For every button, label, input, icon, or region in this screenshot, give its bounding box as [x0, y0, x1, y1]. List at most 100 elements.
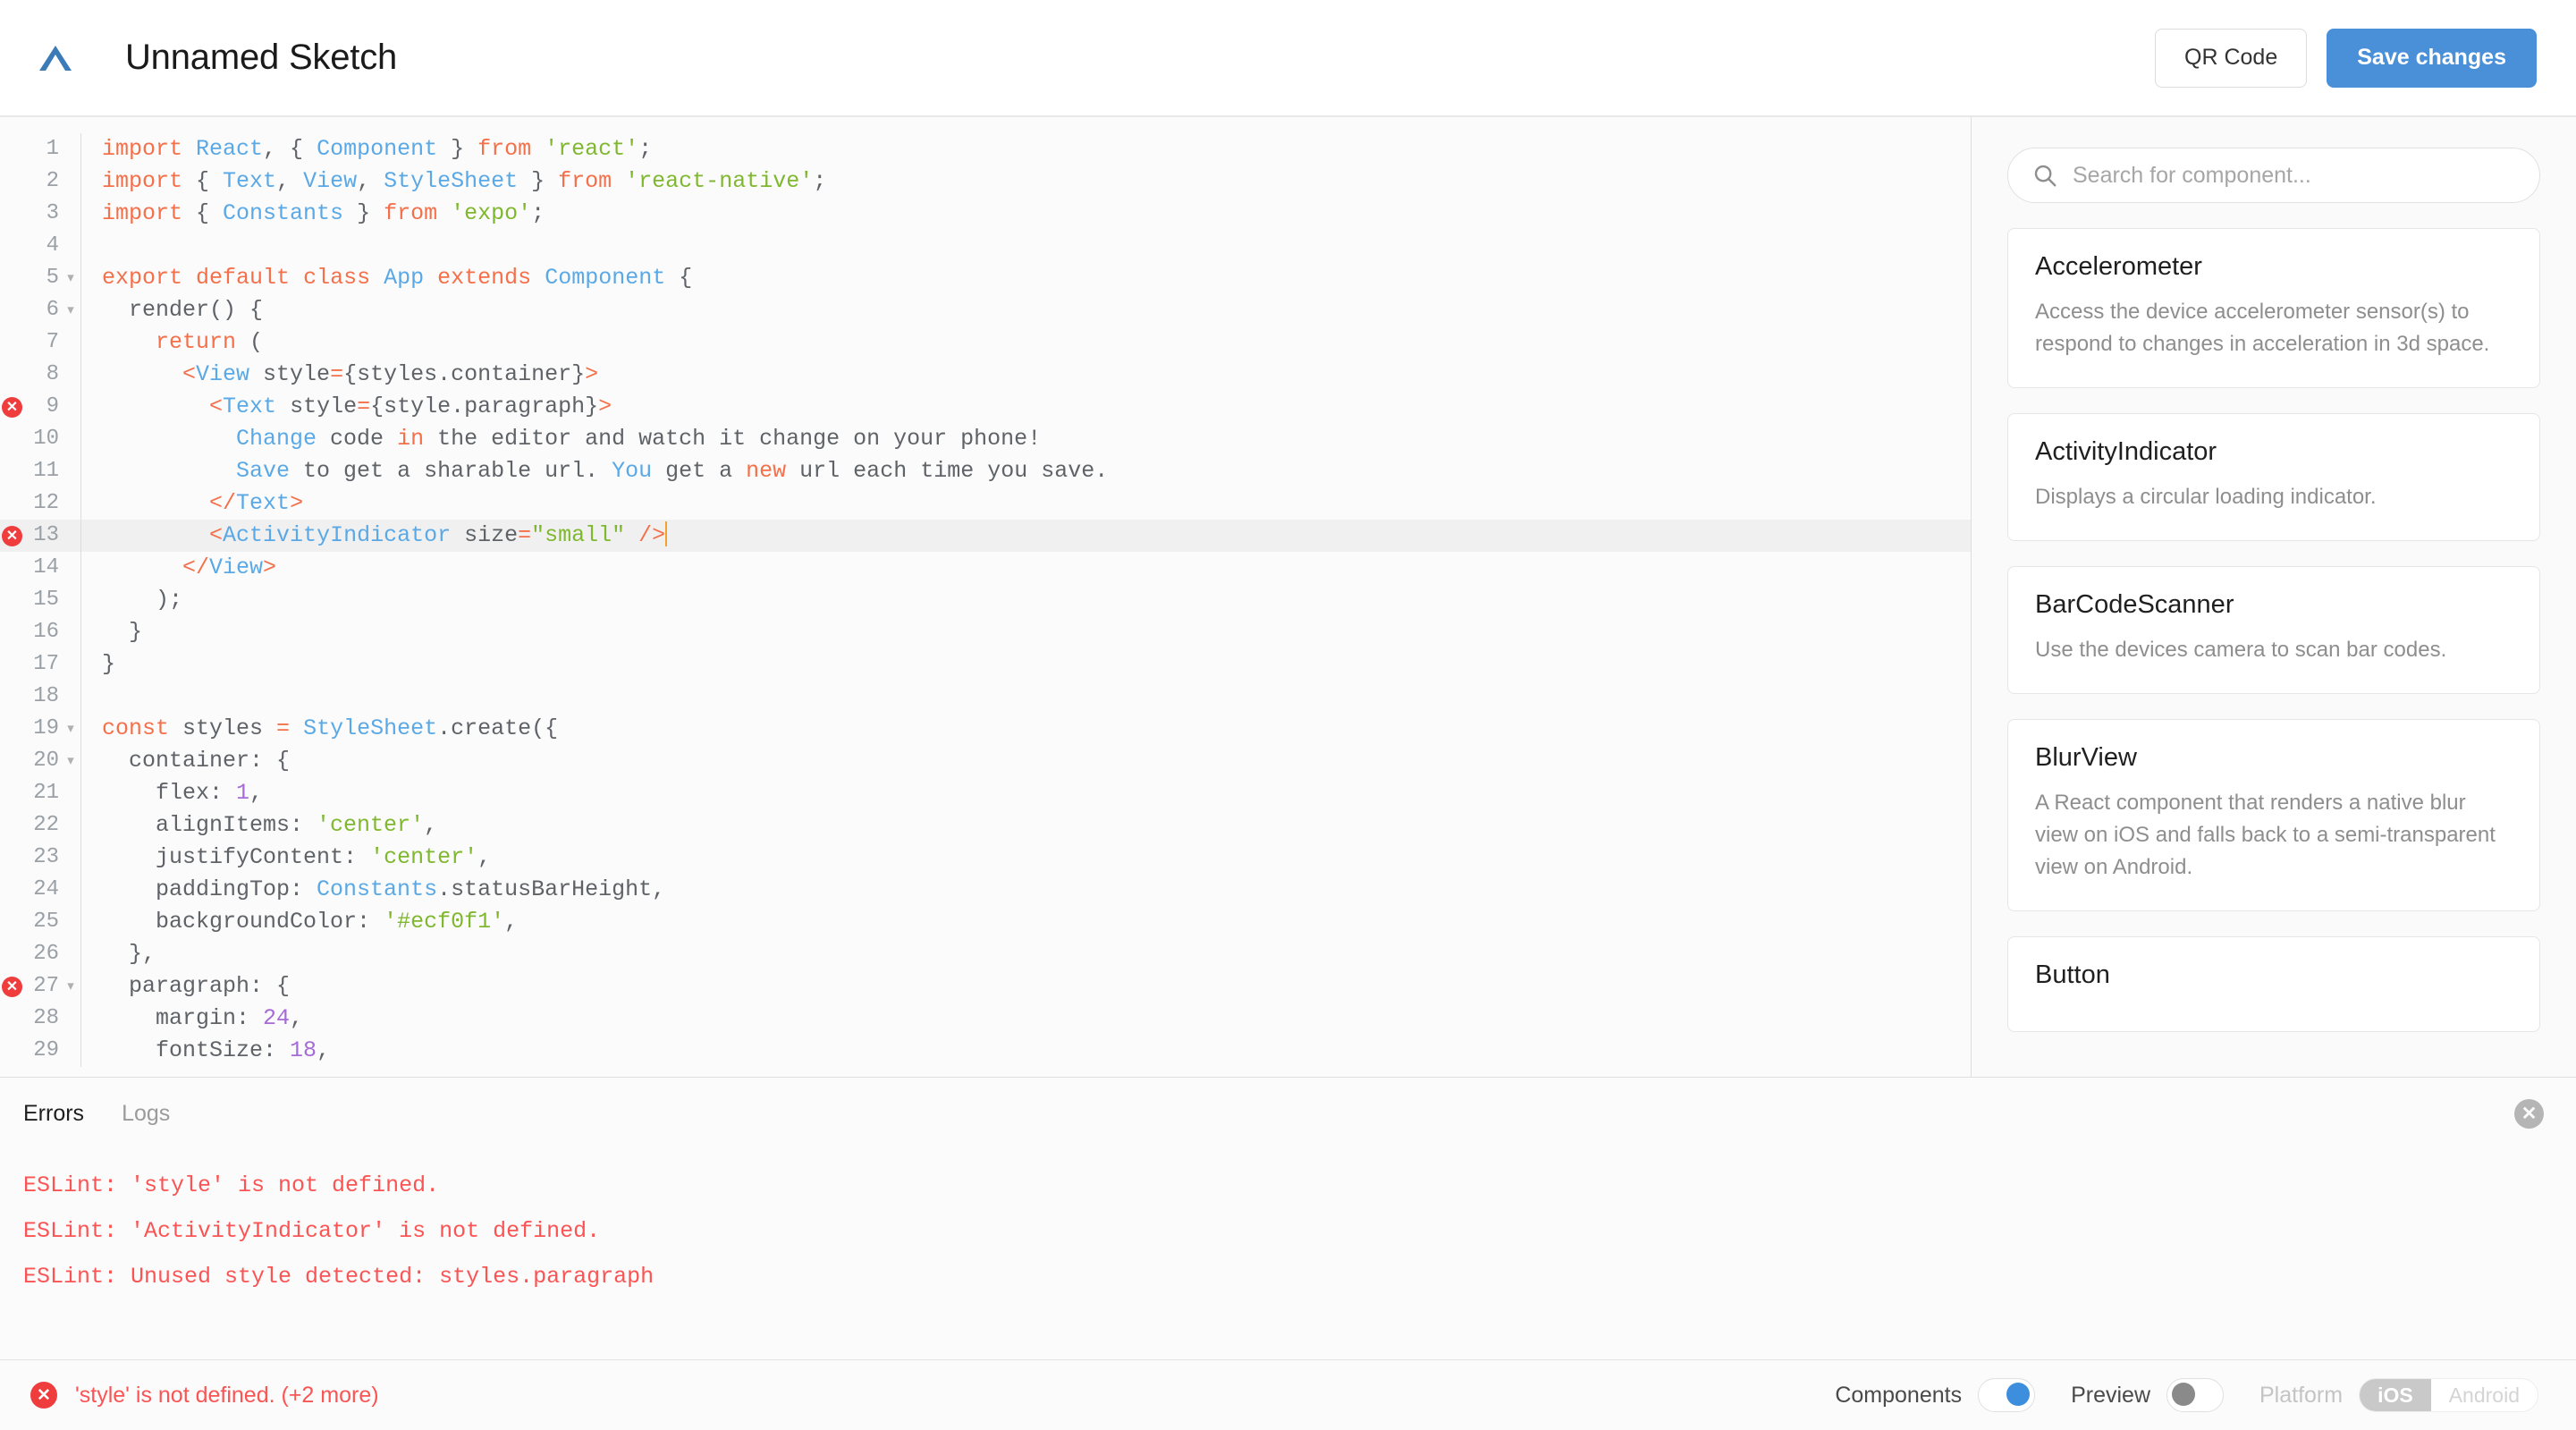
- line-number: 28: [33, 1006, 59, 1030]
- panel-tab-logs[interactable]: Logs: [122, 1101, 170, 1127]
- component-card[interactable]: Button: [2007, 936, 2540, 1032]
- code-line[interactable]: 5 ▾ export default class App extends Compo…: [0, 262, 1971, 294]
- code-line[interactable]: 2 import { Text, View, StyleSheet } from …: [0, 165, 1971, 198]
- code-token: Text: [236, 490, 291, 516]
- platform-option-android[interactable]: Android: [2431, 1379, 2538, 1411]
- code-line[interactable]: 8 <View style={styles.container}>: [0, 359, 1971, 391]
- component-card[interactable]: BarCodeScanner Use the devices camera to …: [2007, 566, 2540, 694]
- error-circle-icon[interactable]: ✕: [2, 977, 22, 997]
- code-line[interactable]: 1 import React, { Component } from 'react…: [0, 133, 1971, 165]
- code-line[interactable]: 24 paddingTop: Constants.statusBarHeight…: [0, 874, 1971, 906]
- status-bar: ✕ 'style' is not defined. (+2 more) Comp…: [0, 1359, 2576, 1430]
- code-token: backgroundColor:: [102, 909, 384, 935]
- code-token: 18: [290, 1037, 317, 1063]
- platform-segmented-control[interactable]: iOS Android: [2359, 1378, 2538, 1412]
- gutter-divider: [80, 262, 90, 294]
- code-line[interactable]: 7 return (: [0, 326, 1971, 359]
- component-card[interactable]: ActivityIndicator Displays a circular loa…: [2007, 413, 2540, 541]
- code-token: {: [182, 200, 224, 226]
- code-token: style: [276, 393, 358, 419]
- platform-option-ios[interactable]: iOS: [2360, 1379, 2431, 1411]
- code-text: export default class App extends Compone…: [90, 262, 692, 294]
- component-card-description: Displays a circular loading indicator.: [2035, 485, 2377, 509]
- qr-code-button[interactable]: QR Code: [2155, 28, 2308, 88]
- code-text: }: [90, 648, 115, 681]
- code-token: =: [357, 393, 371, 419]
- panel-tab-errors[interactable]: Errors: [23, 1101, 84, 1127]
- code-token: to get a sharable url.: [290, 458, 612, 484]
- close-icon[interactable]: ✕: [2514, 1099, 2544, 1129]
- code-line[interactable]: ✕ 13 <ActivityIndicator size="small" />: [0, 520, 1971, 552]
- code-token: }: [102, 651, 116, 677]
- code-text: }: [90, 616, 142, 648]
- code-line[interactable]: ✕ 27 ▾ paragraph: {: [0, 970, 1971, 1003]
- search-input[interactable]: [2073, 162, 2516, 189]
- gutter-divider: [80, 938, 90, 970]
- code-line[interactable]: 15 );: [0, 584, 1971, 616]
- components-toggle[interactable]: [1978, 1378, 2036, 1412]
- code-line[interactable]: 26 },: [0, 938, 1971, 970]
- fold-arrow-icon[interactable]: ▾: [61, 745, 80, 777]
- code-line[interactable]: 17}: [0, 648, 1971, 681]
- code-token: () {: [209, 297, 264, 323]
- error-circle-icon[interactable]: ✕: [2, 526, 22, 546]
- code-line[interactable]: 21 flex: 1,: [0, 777, 1971, 809]
- code-token: ActivityIndicator: [223, 522, 452, 548]
- code-editor[interactable]: 1 import React, { Component } from 'react…: [0, 117, 1972, 1077]
- search-component-box[interactable]: [2007, 148, 2540, 203]
- fold-arrow-icon[interactable]: ▾: [61, 262, 80, 294]
- component-card[interactable]: Accelerometer Access the device accelerom…: [2007, 228, 2540, 388]
- error-message: ESLint: 'style' is not defined.: [23, 1172, 440, 1198]
- error-circle-icon[interactable]: ✕: [2, 397, 22, 418]
- preview-toggle[interactable]: [2166, 1378, 2224, 1412]
- code-line[interactable]: 29 fontSize: 18,: [0, 1035, 1971, 1067]
- code-line[interactable]: 4: [0, 230, 1971, 262]
- code-line[interactable]: 14 </View>: [0, 552, 1971, 584]
- code-line[interactable]: 6 ▾ render() {: [0, 294, 1971, 326]
- code-line[interactable]: 10 Change code in the editor and watch i…: [0, 423, 1971, 455]
- code-token: from: [558, 168, 612, 194]
- code-line[interactable]: 12 </Text>: [0, 487, 1971, 520]
- code-line[interactable]: 19 ▾ const styles = StyleSheet.create({: [0, 713, 1971, 745]
- gutter-divider: [80, 423, 90, 455]
- code-token: {style.paragraph}: [370, 393, 599, 419]
- code-token: style: [249, 361, 331, 387]
- text-cursor: [665, 521, 668, 546]
- code-text: },: [90, 938, 156, 970]
- code-line[interactable]: 16 }: [0, 616, 1971, 648]
- gutter-divider: [80, 906, 90, 938]
- code-line[interactable]: ✕ 9 <Text style={style.paragraph}>: [0, 391, 1971, 423]
- code-text: flex: 1,: [90, 777, 263, 809]
- code-line[interactable]: 20 ▾ container: {: [0, 745, 1971, 777]
- gutter-divider: [80, 455, 90, 487]
- code-token: margin:: [102, 1005, 264, 1031]
- page-title: Unnamed Sketch: [125, 38, 398, 77]
- fold-arrow-icon[interactable]: ▾: [61, 970, 80, 1003]
- code-line[interactable]: 28 margin: 24,: [0, 1003, 1971, 1035]
- code-line[interactable]: 11 Save to get a sharable url. You get a…: [0, 455, 1971, 487]
- code-lines[interactable]: 1 import React, { Component } from 'react…: [0, 117, 1971, 1077]
- fold-arrow-icon[interactable]: ▾: [61, 294, 80, 326]
- code-token: from: [477, 136, 532, 162]
- code-line[interactable]: 25 backgroundColor: '#ecf0f1',: [0, 906, 1971, 938]
- code-token: ;: [531, 200, 545, 226]
- code-line[interactable]: 3 import { Constants } from 'expo';: [0, 198, 1971, 230]
- code-token: );: [102, 587, 183, 613]
- status-error-summary[interactable]: ✕ 'style' is not defined. (+2 more): [30, 1382, 379, 1409]
- component-card[interactable]: BlurView A React component that renders a…: [2007, 719, 2540, 911]
- fold-arrow-icon[interactable]: ▾: [61, 713, 80, 745]
- code-line[interactable]: 18: [0, 681, 1971, 713]
- code-text: import { Constants } from 'expo';: [90, 198, 545, 230]
- code-token: Save: [236, 458, 291, 484]
- line-number: 17: [33, 652, 59, 676]
- save-changes-button[interactable]: Save changes: [2327, 28, 2537, 88]
- error-message: ESLint: Unused style detected: styles.pa…: [23, 1264, 655, 1290]
- code-line[interactable]: 23 justifyContent: 'center',: [0, 842, 1971, 874]
- code-line[interactable]: 22 alignItems: 'center',: [0, 809, 1971, 842]
- code-token: paragraph: {: [102, 973, 291, 999]
- code-token: >: [598, 393, 612, 419]
- preview-toggle-group: Preview: [2071, 1378, 2224, 1412]
